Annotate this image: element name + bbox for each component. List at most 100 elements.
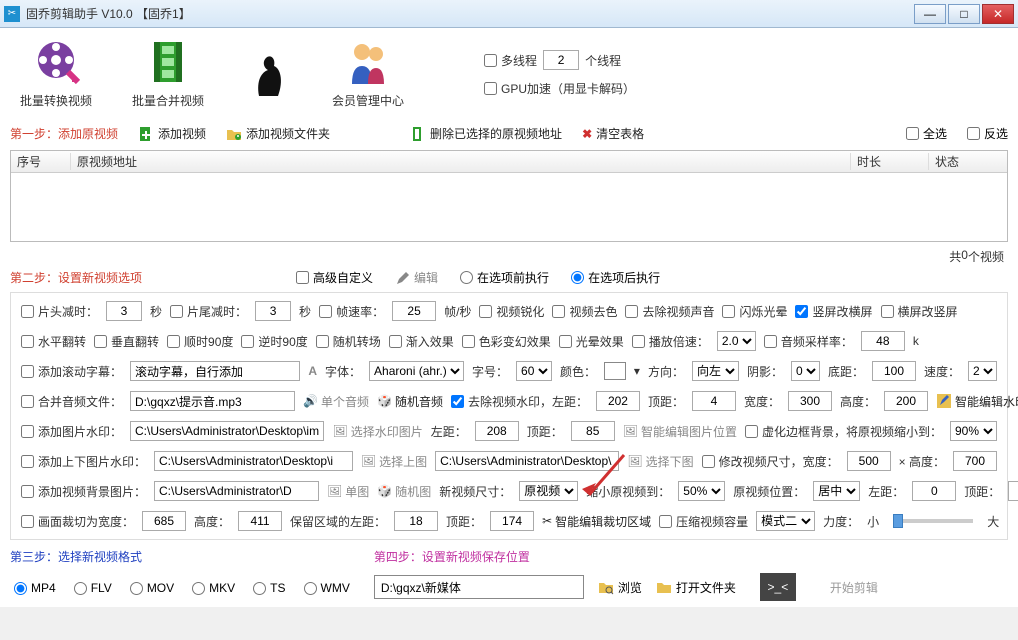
font-picker-icon[interactable]: A: [308, 364, 317, 378]
single-bg-button[interactable]: 🖼单图: [327, 483, 369, 500]
pick-top-img-button[interactable]: 🖼选择上图: [361, 453, 427, 470]
head-cut-checkbox[interactable]: [21, 305, 34, 318]
maximize-button[interactable]: □: [948, 4, 980, 24]
batch-convert-button[interactable]: 批量转换视频: [20, 38, 92, 109]
exec-after-radio[interactable]: [571, 271, 584, 284]
add-folder-link[interactable]: 添加视频文件夹: [226, 125, 330, 142]
v2h-checkbox[interactable]: [795, 305, 808, 318]
random-audio-button[interactable]: 🎲随机音频: [377, 393, 443, 410]
add-video-link[interactable]: 添加视频: [138, 125, 206, 142]
single-audio-button[interactable]: 🔊单个音频: [303, 393, 369, 410]
halo-checkbox[interactable]: [559, 335, 572, 348]
bottom-input[interactable]: [872, 361, 916, 381]
col-number[interactable]: 序号: [11, 153, 71, 170]
head-cut-input[interactable]: [106, 301, 142, 321]
resize-checkbox[interactable]: [702, 455, 715, 468]
compress-checkbox[interactable]: [659, 515, 672, 528]
newsize-select[interactable]: 原视频: [519, 481, 578, 501]
cw-checkbox[interactable]: [167, 335, 180, 348]
shrink-select[interactable]: 50%: [678, 481, 725, 501]
arate-checkbox[interactable]: [764, 335, 777, 348]
pos-select[interactable]: 居中: [813, 481, 860, 501]
bg-path-input[interactable]: [154, 481, 319, 501]
blur-shrink-select[interactable]: 90%: [950, 421, 997, 441]
top-img-path-input[interactable]: [154, 451, 353, 471]
arate-input[interactable]: [861, 331, 905, 351]
close-button[interactable]: ✕: [982, 4, 1014, 24]
scroll-sub-checkbox[interactable]: [21, 365, 34, 378]
start-icon-button[interactable]: >_<: [760, 573, 796, 601]
resize-w-input[interactable]: [847, 451, 891, 471]
bg-img-checkbox[interactable]: [21, 485, 34, 498]
fmt-wmv-radio[interactable]: [304, 582, 317, 595]
select-all-checkbox[interactable]: [906, 127, 919, 140]
h2v-checkbox[interactable]: [881, 305, 894, 318]
crop-top-input[interactable]: [490, 511, 534, 531]
blur-border-checkbox[interactable]: [745, 425, 758, 438]
smart-wm-button[interactable]: 智能编辑水印位置: [936, 393, 1018, 410]
minimize-button[interactable]: —: [914, 4, 946, 24]
crop-h-input[interactable]: [238, 511, 282, 531]
fmt-mkv-radio[interactable]: [192, 582, 205, 595]
fmt-mov-radio[interactable]: [130, 582, 143, 595]
open-folder-button[interactable]: 打开文件夹: [656, 579, 736, 596]
pick-bottom-img-button[interactable]: 🖼选择下图: [627, 453, 693, 470]
color-swatch[interactable]: [604, 362, 626, 380]
fmt-mp4-radio[interactable]: [14, 582, 27, 595]
crop-checkbox[interactable]: [21, 515, 34, 528]
fmt-flv-radio[interactable]: [74, 582, 87, 595]
fontsize-select[interactable]: 60: [516, 361, 552, 381]
vflip-checkbox[interactable]: [94, 335, 107, 348]
thread-count-input[interactable]: [543, 50, 579, 70]
tail-cut-checkbox[interactable]: [170, 305, 183, 318]
member-center-button[interactable]: 会员管理中心: [332, 38, 404, 109]
fmt-ts-radio[interactable]: [253, 582, 266, 595]
tb-wm-checkbox[interactable]: [21, 455, 34, 468]
random-bg-button[interactable]: 🎲随机图: [377, 483, 431, 500]
col-address[interactable]: 原视频地址: [71, 153, 851, 170]
desat-checkbox[interactable]: [552, 305, 565, 318]
bg-top-input[interactable]: [1008, 481, 1018, 501]
edit-button[interactable]: 编辑: [395, 269, 438, 286]
compress-mode-select[interactable]: 模式二: [756, 511, 815, 531]
merge-audio-checkbox[interactable]: [21, 395, 34, 408]
fadein-checkbox[interactable]: [389, 335, 402, 348]
fps-checkbox[interactable]: [319, 305, 332, 318]
resize-h-input[interactable]: [953, 451, 997, 471]
img-wm-top-input[interactable]: [571, 421, 615, 441]
smart-img-button[interactable]: 🖼智能编辑图片位置: [623, 423, 737, 440]
save-path-input[interactable]: [374, 575, 584, 599]
scroll-speed-select[interactable]: 2: [968, 361, 997, 381]
gpu-checkbox[interactable]: [484, 82, 497, 95]
bg-left-input[interactable]: [912, 481, 956, 501]
speed-checkbox[interactable]: [632, 335, 645, 348]
mute-checkbox[interactable]: [625, 305, 638, 318]
tail-cut-input[interactable]: [255, 301, 291, 321]
col-status[interactable]: 状态: [929, 153, 1007, 170]
crop-left-input[interactable]: [394, 511, 438, 531]
batch-merge-button[interactable]: 批量合并视频: [132, 38, 204, 109]
crop-w-input[interactable]: [142, 511, 186, 531]
col-duration[interactable]: 时长: [851, 153, 929, 170]
dir-select[interactable]: 向左: [692, 361, 739, 381]
img-wm-path-input[interactable]: [130, 421, 324, 441]
force-slider[interactable]: [893, 519, 973, 523]
font-select[interactable]: Aharoni (ahr.): [369, 361, 464, 381]
smart-crop-button[interactable]: ✂智能编辑裁切区域: [542, 513, 651, 530]
ccw-checkbox[interactable]: [241, 335, 254, 348]
start-label[interactable]: 开始剪辑: [830, 579, 878, 596]
fps-input[interactable]: [392, 301, 436, 321]
clear-table-link[interactable]: ✖ 清空表格: [582, 125, 644, 142]
browse-button[interactable]: 浏览: [598, 579, 642, 596]
exec-before-radio[interactable]: [460, 271, 473, 284]
wm-top-input[interactable]: [692, 391, 736, 411]
img-wm-left-input[interactable]: [475, 421, 519, 441]
speed-select[interactable]: 2.0: [717, 331, 756, 351]
audio-path-input[interactable]: [130, 391, 295, 411]
remove-wm-checkbox[interactable]: [451, 395, 464, 408]
shadow-select[interactable]: 0: [791, 361, 820, 381]
invert-checkbox[interactable]: [967, 127, 980, 140]
wm-height-input[interactable]: [884, 391, 928, 411]
multithread-checkbox[interactable]: [484, 54, 497, 67]
wm-left-input[interactable]: [596, 391, 640, 411]
